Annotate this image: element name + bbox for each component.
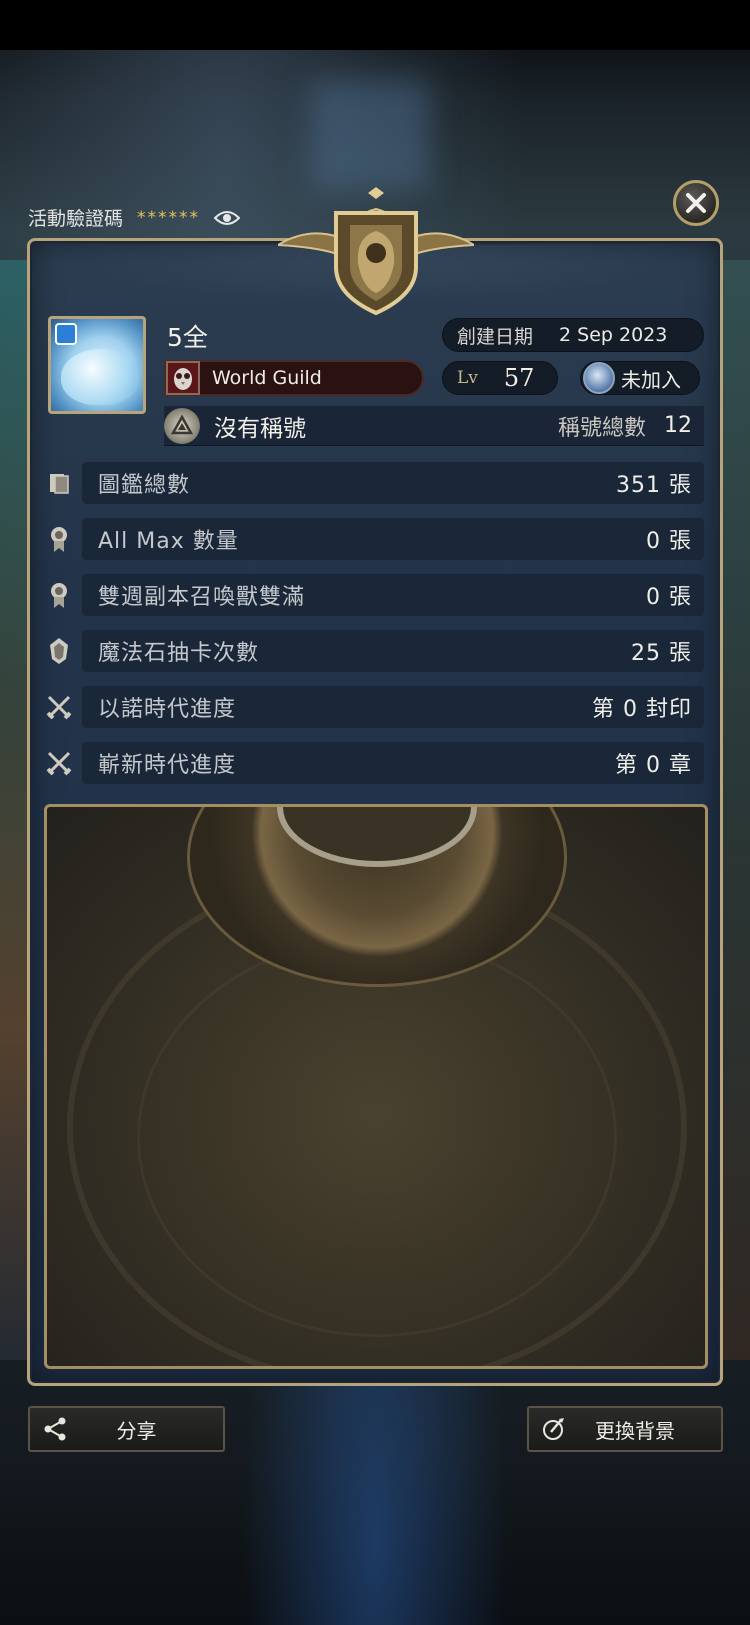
title-count: 12 [664,413,692,438]
companion-icon [583,362,615,394]
eye-icon[interactable] [214,209,241,227]
stat-label: 魔法石抽卡次數 [98,641,260,666]
stat-bar: All Max 數量 0 張 [82,518,704,560]
background-blur [310,80,430,190]
card-stack-icon [46,469,72,497]
owl-guild-icon [166,361,200,395]
stat-row-biweekly: 雙週副本召喚獸雙滿 0 張 [46,574,704,616]
guild-badge[interactable]: World Guild [164,360,424,396]
join-status[interactable]: 未加入 [580,361,700,395]
stat-bar: 圖鑑總數 351 張 [82,462,704,504]
change-background-label: 更換背景 [595,1418,675,1443]
created-date: 創建日期 2 Sep 2023 [442,318,704,352]
change-background-icon [539,1414,569,1444]
event-code-label: 活動驗證碼 [28,208,124,230]
stat-row-all-max: All Max 數量 0 張 [46,518,704,560]
stat-label: 以諾時代進度 [98,697,237,722]
stat-bar: 以諾時代進度 第 0 封印 [82,686,704,728]
close-button[interactable] [673,180,719,226]
medal-icon [46,525,72,553]
status-bar-area [0,0,750,50]
medal-icon [46,581,72,609]
crossed-swords-icon [46,749,72,777]
stat-label: All Max 數量 [98,529,239,554]
title-row[interactable]: 沒有稱號 稱號總數 12 [164,406,704,446]
stat-value: 0 張 [646,529,692,554]
share-button[interactable]: 分享 [28,1406,225,1452]
player-name: 5全 [167,323,208,352]
change-background-button[interactable]: 更換背景 [527,1406,723,1452]
avatar[interactable] [48,316,146,414]
title-count-label: 稱號總數 [557,415,646,441]
created-date-value: 2 Sep 2023 [559,324,668,346]
stat-value: 第 0 章 [615,753,692,778]
title-name: 沒有稱號 [214,415,306,442]
event-code-value: ****** [137,207,201,228]
event-code: 活動驗證碼 ****** [28,204,241,231]
stat-row-card-total: 圖鑑總數 351 張 [46,462,704,504]
attribute-badge-icon [55,323,77,345]
level-value: 57 [503,364,535,392]
stat-row-enoch-progress: 以諾時代進度 第 0 封印 [46,686,704,728]
stat-label: 圖鑑總數 [98,473,191,498]
stat-value: 25 張 [631,641,692,666]
join-status-text: 未加入 [621,367,681,392]
stat-label: 嶄新時代進度 [98,753,237,778]
title-emblem-icon [164,407,200,444]
player-level: Lv 57 [442,361,558,395]
stat-value: 351 張 [616,473,692,498]
stat-value: 0 張 [646,585,692,610]
background-preview [44,804,708,1369]
stat-row-new-era-progress: 嶄新時代進度 第 0 章 [46,742,704,784]
crossed-swords-icon [46,693,72,721]
background-blur-left [0,260,30,1360]
stat-bar: 魔法石抽卡次數 25 張 [82,630,704,672]
background-blur-right [720,260,750,1360]
created-date-label: 創建日期 [457,325,534,348]
close-icon [686,193,706,213]
magic-stone-icon [46,637,72,665]
stat-bar: 嶄新時代進度 第 0 章 [82,742,704,784]
avatar-character [61,349,139,405]
guild-name: World Guild [212,367,322,389]
level-label: Lv [457,368,478,388]
stat-label: 雙週副本召喚獸雙滿 [98,585,306,610]
stat-value: 第 0 封印 [592,697,692,722]
stat-row-magic-stone: 魔法石抽卡次數 25 張 [46,630,704,672]
share-button-label: 分享 [116,1418,157,1443]
preview-ornament-ring [137,937,617,1337]
stat-bar: 雙週副本召喚獸雙滿 0 張 [82,574,704,616]
share-icon [40,1414,70,1444]
crest-emblem-icon [278,187,474,316]
